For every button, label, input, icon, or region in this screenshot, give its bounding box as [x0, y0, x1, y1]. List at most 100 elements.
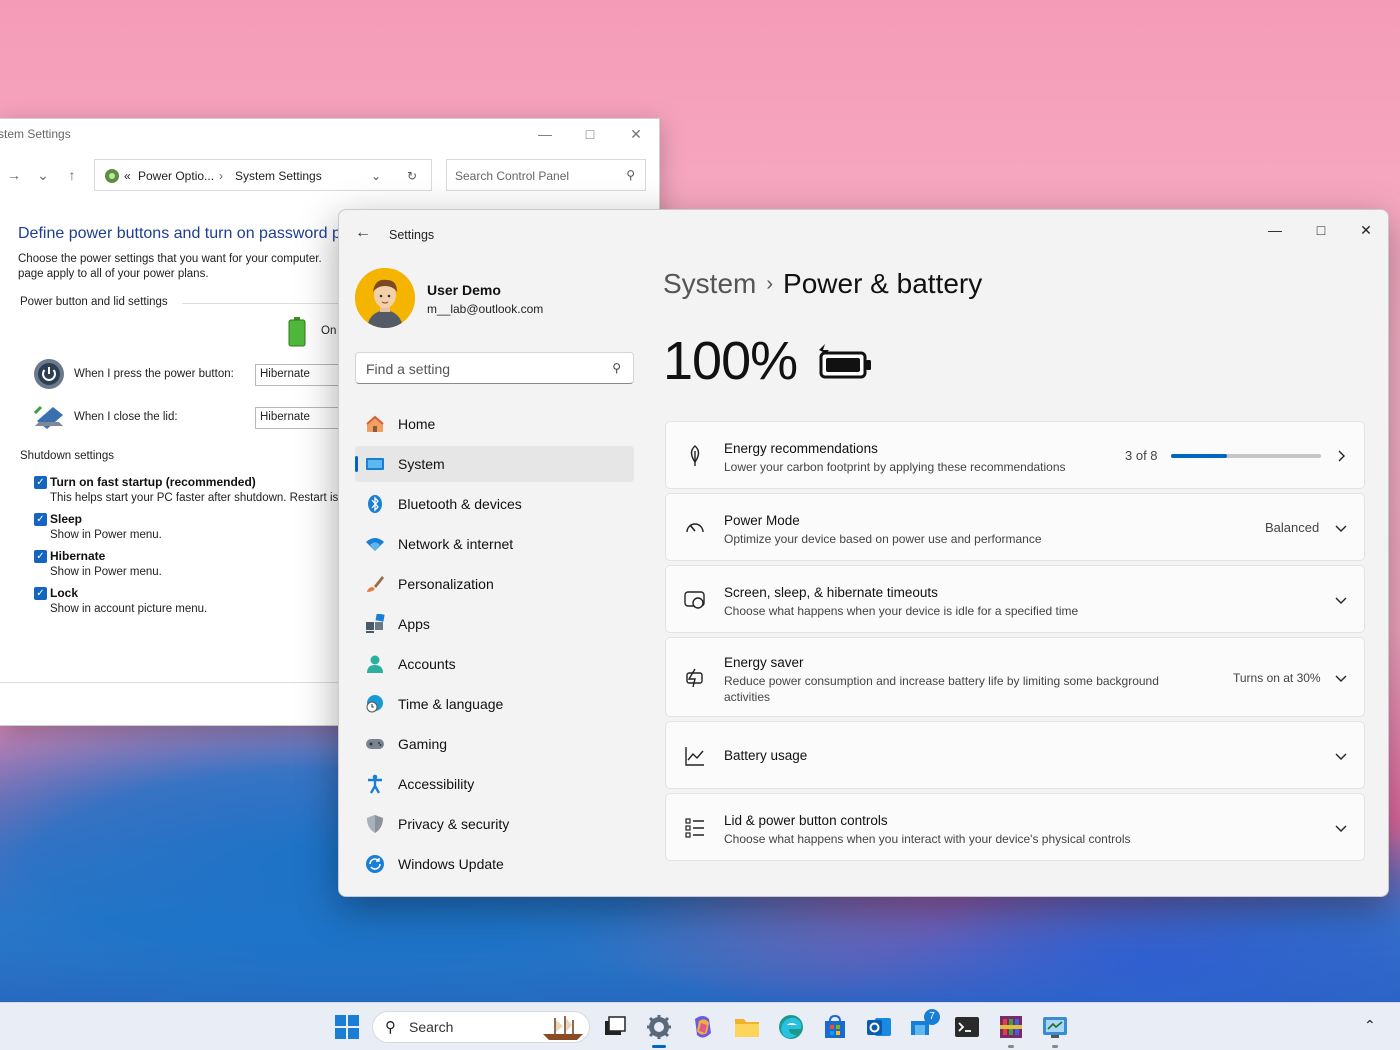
energy-saver-threshold: Turns on at 30%	[1233, 671, 1321, 685]
sidebar-item-time-language[interactable]: Time & language	[355, 686, 634, 722]
fast-startup-checkbox[interactable]: ✓	[34, 476, 47, 489]
section-shutdown: Shutdown settings	[20, 450, 114, 462]
outlook-icon[interactable]	[865, 1013, 893, 1041]
up-arrow-icon[interactable]: ↑	[63, 166, 81, 184]
laptop-lid-icon	[33, 405, 63, 429]
control-panel-search[interactable]: Search Control Panel ⚲	[446, 159, 646, 191]
card-title: Power Mode	[724, 513, 800, 528]
globe-clock-icon	[366, 695, 383, 713]
forward-arrow-icon[interactable]: →	[5, 166, 23, 184]
breadcrumb-system-settings[interactable]: System Settings	[235, 169, 322, 183]
running-app-indicator	[1008, 1045, 1014, 1048]
minimize-icon[interactable]: —	[533, 123, 557, 145]
energy-saver-card[interactable]: Energy saver Reduce power consumption an…	[665, 637, 1365, 717]
list-controls-icon	[685, 818, 704, 838]
address-bar[interactable]: « Power Optio... › System Settings ⌄ ↻	[94, 159, 432, 191]
taskbar-search[interactable]: ⚲ Search	[372, 1011, 590, 1043]
speedometer-icon	[686, 523, 704, 533]
bluetooth-icon	[368, 495, 382, 513]
search-icon: ⚲	[626, 168, 635, 182]
copilot-icon[interactable]	[689, 1013, 717, 1041]
minimize-icon[interactable]: —	[1255, 216, 1295, 244]
battery-usage-card[interactable]: Battery usage	[665, 721, 1365, 789]
wifi-icon	[366, 538, 384, 551]
sidebar-item-home[interactable]: Home	[355, 406, 634, 442]
footer-divider	[0, 682, 340, 683]
settings-gear-icon[interactable]	[645, 1013, 673, 1041]
chevron-down-icon	[1335, 597, 1347, 604]
card-subtitle: Lower your carbon footprint by applying …	[724, 460, 1066, 474]
card-subtitle: Choose what happens when you interact wi…	[724, 832, 1131, 846]
maximize-icon[interactable]: □	[1301, 216, 1341, 244]
lid-power-button-card[interactable]: Lid & power button controls Choose what …	[665, 793, 1365, 861]
close-icon[interactable]: ✕	[1346, 216, 1386, 244]
power-button-icon	[34, 359, 64, 389]
system-icon	[366, 458, 384, 470]
maximize-icon[interactable]: □	[578, 123, 602, 145]
lock-checkbox[interactable]: ✓	[34, 587, 47, 600]
breadcrumb-system[interactable]: System	[663, 268, 756, 299]
power-mode-card[interactable]: Power Mode Optimize your device based on…	[665, 493, 1365, 561]
sidebar-item-label: Privacy & security	[398, 816, 510, 832]
apps-icon	[366, 614, 385, 633]
terminal-icon[interactable]	[953, 1013, 981, 1041]
close-icon[interactable]: ✕	[624, 123, 648, 145]
address-prefix: «	[124, 169, 131, 183]
card-title: Battery usage	[724, 748, 808, 763]
fast-startup-label: Turn on fast startup (recommended)	[50, 475, 256, 489]
sleep-label: Sleep	[50, 512, 83, 526]
sidebar-item-apps[interactable]: Apps	[355, 606, 634, 642]
find-setting-input[interactable]: Find a setting ⚲	[355, 352, 634, 384]
sidebar-item-privacy[interactable]: Privacy & security	[355, 806, 634, 842]
card-title: Energy recommendations	[724, 441, 878, 456]
hibernate-checkbox[interactable]: ✓	[34, 550, 47, 563]
fast-startup-description: This helps start your PC faster after sh…	[50, 492, 339, 504]
control-panel-icon	[105, 169, 119, 183]
sidebar-item-personalization[interactable]: Personalization	[355, 566, 634, 602]
sidebar-item-windows-update[interactable]: Windows Update	[355, 846, 634, 882]
sidebar-item-gaming[interactable]: Gaming	[355, 726, 634, 762]
user-profile[interactable]: User Demo m__lab@outlook.com	[355, 268, 635, 330]
store-icon[interactable]	[821, 1013, 849, 1041]
card-title: Energy saver	[724, 655, 804, 670]
sidebar-item-bluetooth[interactable]: Bluetooth & devices	[355, 486, 634, 522]
show-hidden-icons-chevron-icon[interactable]: ⌃	[1364, 1017, 1376, 1034]
recent-dropdown-icon[interactable]: ⌄	[34, 166, 52, 184]
sidebar-item-accessibility[interactable]: Accessibility	[355, 766, 634, 802]
address-dropdown-icon[interactable]: ⌄	[371, 169, 381, 183]
card-subtitle: Optimize your device based on power use …	[724, 532, 1042, 546]
battery-charging-icon	[819, 344, 871, 379]
refresh-icon[interactable]: ↻	[407, 169, 417, 183]
lock-label: Lock	[50, 586, 79, 600]
recommendations-count: 3 of 8	[1125, 448, 1158, 463]
breadcrumb-power-options[interactable]: Power Optio...	[138, 169, 214, 183]
leaf-icon	[690, 445, 700, 466]
search-placeholder: Search Control Panel	[455, 169, 570, 183]
settings-titlebar: ← Settings — □ ✕	[339, 210, 1388, 258]
edge-browser-icon[interactable]	[777, 1013, 805, 1041]
energy-recommendations-card[interactable]: Energy recommendations Lower your carbon…	[665, 421, 1365, 489]
taskbar-search-placeholder: Search	[409, 1019, 454, 1035]
start-windows-icon[interactable]	[333, 1013, 361, 1041]
avatar	[355, 268, 415, 328]
screen-sleep-hibernate-card[interactable]: Screen, sleep, & hibernate timeouts Choo…	[665, 565, 1365, 633]
screen-moon-icon	[684, 591, 705, 609]
gamepad-icon	[366, 739, 384, 749]
control-panel-taskbar-icon[interactable]	[1041, 1013, 1069, 1041]
shield-icon	[367, 815, 383, 833]
winrar-icon[interactable]	[997, 1013, 1025, 1041]
sidebar-item-accounts[interactable]: Accounts	[355, 646, 634, 682]
sidebar-item-label: Accessibility	[398, 776, 475, 792]
sidebar-item-system[interactable]: System	[355, 446, 634, 482]
back-arrow-icon[interactable]: ←	[353, 224, 373, 242]
search-icon: ⚲	[385, 1019, 396, 1036]
power-mode-dropdown[interactable]: Balanced	[1265, 520, 1319, 535]
sleep-checkbox[interactable]: ✓	[34, 513, 47, 526]
accessibility-icon	[368, 774, 382, 794]
line-chart-icon	[685, 747, 704, 766]
sidebar-item-label: Network & internet	[398, 536, 514, 552]
sleep-description: Show in Power menu.	[50, 529, 162, 541]
file-explorer-icon[interactable]	[733, 1013, 761, 1041]
sidebar-item-network[interactable]: Network & internet	[355, 526, 634, 562]
task-view-icon[interactable]	[601, 1013, 629, 1041]
